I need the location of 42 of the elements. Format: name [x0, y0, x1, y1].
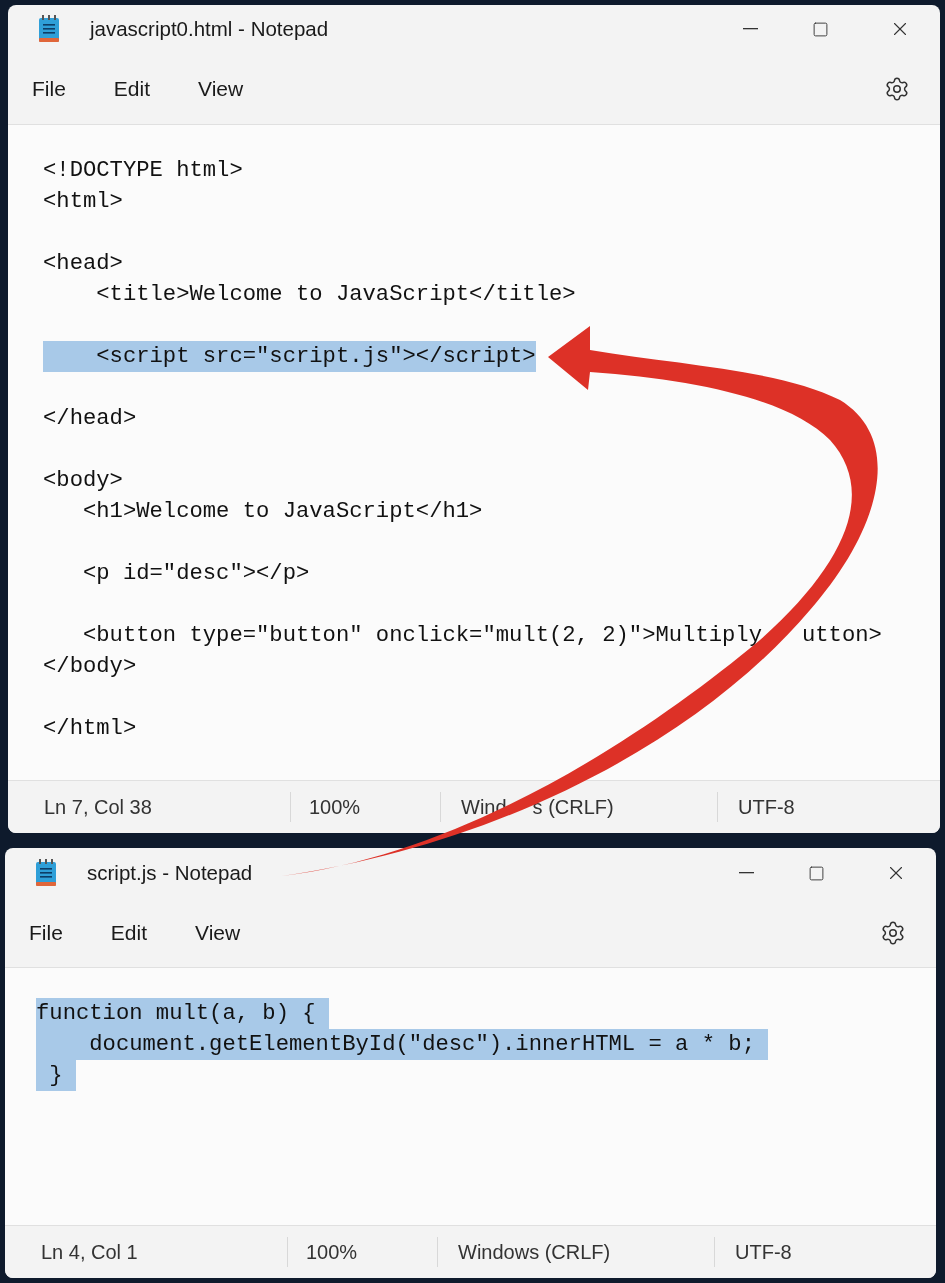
- window-title: script.js - Notepad: [87, 859, 253, 886]
- code-text: <button type="button" onclick="mult(2, 2)">Multiply: [81, 622, 762, 650]
- status-text: Ln 7, Col 38: [44, 795, 152, 820]
- status-text: Ln 4, Col 1: [41, 1240, 138, 1265]
- code-text: document.getElementById("desc").innerHTML = a * b;: [36, 1029, 769, 1060]
- code-text: <html>: [43, 188, 123, 216]
- notepad-icon: [38, 15, 60, 43]
- status-text: 100%: [309, 795, 361, 820]
- settings-icon: [880, 919, 906, 946]
- code-text: <p id="desc"></p>: [81, 560, 310, 588]
- code-text: <script src="script.js"></script>: [43, 341, 536, 372]
- code-text: </body>: [43, 653, 137, 681]
- status-text: 100%: [306, 1240, 358, 1265]
- status-text: s (CRLF): [532, 795, 614, 820]
- settings-icon: [884, 75, 910, 102]
- maximize-icon: [811, 20, 829, 38]
- status-text: UTF-8: [738, 795, 795, 820]
- code-text: function mult(a, b) {: [36, 998, 329, 1029]
- minimize-icon: [738, 872, 754, 874]
- text-editor[interactable]: [8, 125, 940, 780]
- code-text: <!DOCTYPE html>: [43, 157, 243, 185]
- code-text: utton>: [801, 622, 882, 650]
- code-text: <title>Welcome to JavaScript</title>: [95, 281, 576, 309]
- menu-item[interactable]: File: [15, 912, 77, 953]
- notepad-icon: [35, 859, 57, 887]
- menu-item[interactable]: View: [181, 912, 255, 953]
- status-text: UTF-8: [735, 1240, 792, 1265]
- minimize-icon: [742, 28, 758, 30]
- code-text: <head>: [43, 250, 123, 278]
- status-text: Windows (CRLF): [458, 1240, 611, 1265]
- text-editor[interactable]: function mult(a, b) { document.getElementById("desc").innerHTML = a * b; }: [5, 968, 936, 1225]
- menu-item[interactable]: Edit: [96, 912, 162, 953]
- code-text: <body>: [43, 467, 123, 495]
- menu-item[interactable]: File: [18, 68, 80, 109]
- code-text: <h1>Welcome to JavaScript</h1>: [81, 498, 483, 526]
- menu-item[interactable]: Edit: [99, 68, 165, 109]
- code-text: </head>: [43, 405, 137, 433]
- window-title: javascript0.html - Notepad: [90, 15, 329, 42]
- code-text: }: [36, 1060, 76, 1091]
- maximize-icon: [807, 864, 825, 882]
- code-text: </html>: [43, 715, 137, 743]
- menu-item[interactable]: View: [184, 68, 258, 109]
